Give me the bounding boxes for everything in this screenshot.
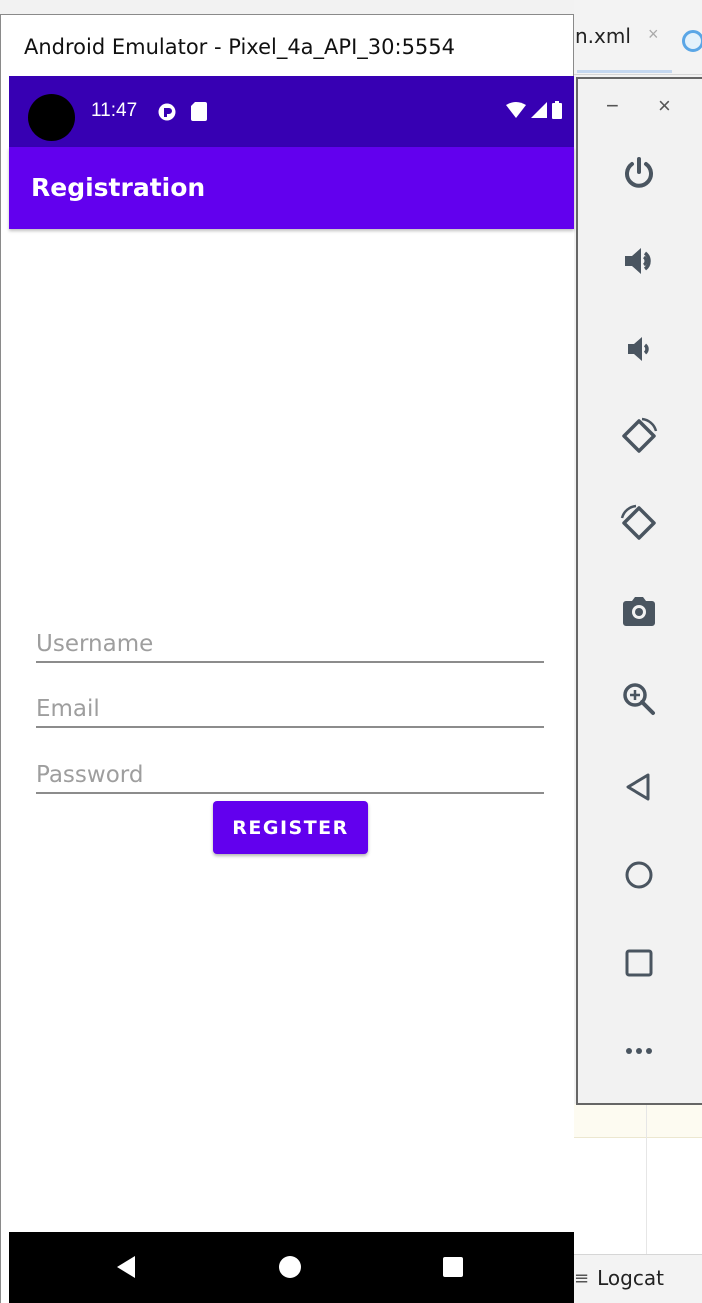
rotate-right-button[interactable] [613,497,665,549]
minimize-button[interactable]: − [606,93,619,119]
ide-tab-file-icon[interactable] [682,30,702,52]
volume-down-icon [628,337,649,361]
emulator-window: Android Emulator - Pixel_4a_API_30:5554 … [0,14,574,1303]
rotate-right-icon [620,504,656,540]
volume-up-icon [625,248,651,274]
nav-recents-icon[interactable] [443,1257,463,1277]
ide-tab-close-icon[interactable]: × [648,24,659,45]
camera-cutout [28,94,75,141]
ide-editor-tab[interactable]: n.xml [575,24,631,48]
email-field[interactable] [36,684,544,728]
nav-home-icon[interactable] [279,1256,301,1278]
home-button[interactable] [613,849,665,901]
zoom-button[interactable] [613,673,665,725]
username-field[interactable] [36,619,544,663]
emulator-title: Android Emulator - Pixel_4a_API_30:5554 [24,35,456,59]
register-button[interactable]: REGISTER [213,801,368,854]
power-button[interactable] [613,147,665,199]
logcat-tool-button[interactable]: ≡ Logcat [574,1266,664,1290]
status-bar: 11:47 [9,76,574,147]
sd-card-icon [191,102,207,126]
status-icons [506,101,562,119]
overview-button[interactable] [613,937,665,989]
ide-divider [646,1104,647,1254]
ide-active-tab-indicator [577,70,672,73]
device-screen: 11:47 Registration Username Email REGIST… [9,76,574,1303]
more-button[interactable] [613,1025,665,1077]
battery-icon [552,101,562,119]
back-button[interactable] [613,761,665,813]
navigation-bar [9,1232,574,1303]
volume-up-button[interactable] [613,235,665,287]
close-button[interactable]: × [658,93,671,119]
power-icon [625,157,653,188]
ide-highlight-line [574,1104,702,1138]
overview-icon [625,949,653,977]
zoom-icon [623,683,655,715]
signal-icon [531,102,547,118]
email-input[interactable] [36,696,544,722]
wifi-icon [506,102,526,118]
nav-back-icon[interactable] [117,1256,135,1278]
logcat-label: Logcat [597,1266,664,1290]
more-icon [626,1048,652,1054]
notification-icon [157,102,177,127]
password-field[interactable] [36,750,544,794]
camera-icon [623,597,655,626]
rotate-left-button[interactable] [613,410,665,462]
status-time: 11:47 [91,100,138,121]
emulator-toolbar: − × [576,77,702,1105]
desktop: n.xml × ≡ Logcat Android Emulator - Pixe… [0,0,702,1303]
volume-down-button[interactable] [613,323,665,375]
back-icon [626,773,650,801]
screenshot-button[interactable] [613,585,665,637]
rotate-left-icon [622,417,658,453]
app-bar: Registration [9,147,574,229]
logcat-icon: ≡ [574,1267,590,1289]
username-input[interactable] [36,631,544,657]
emulator-title-bar[interactable]: Android Emulator - Pixel_4a_API_30:5554 [1,15,573,77]
password-input[interactable] [36,762,544,788]
home-icon [625,861,653,889]
page-title: Registration [31,173,206,202]
